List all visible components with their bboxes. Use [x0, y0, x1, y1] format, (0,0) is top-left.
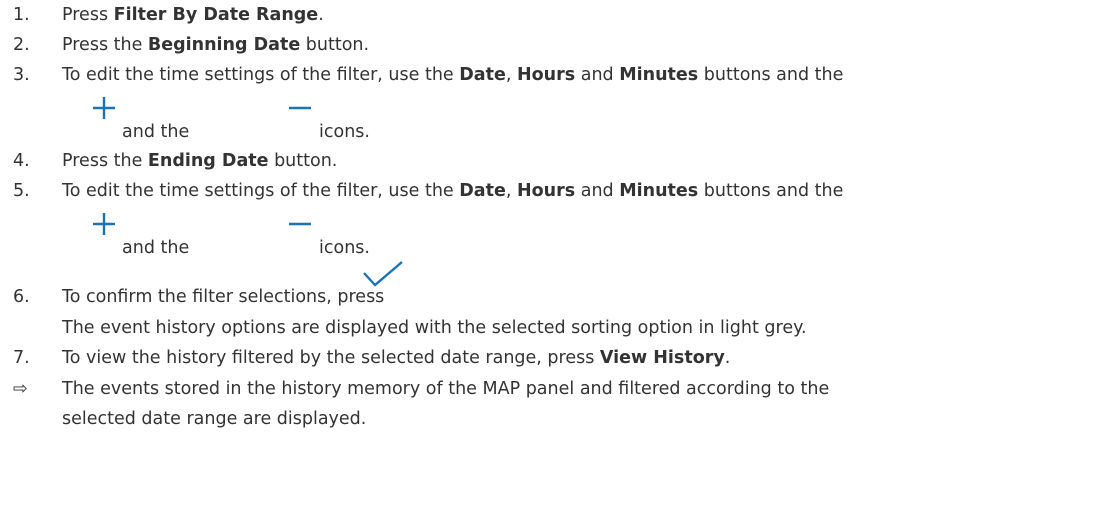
step-text: To confirm the filter selections, press — [62, 287, 385, 307]
hours-label: Hours — [516, 181, 576, 201]
date-label: Date — [459, 65, 506, 85]
minus-icon — [288, 96, 312, 120]
ending-date-label: Ending Date — [147, 151, 269, 171]
icons-text: icons. — [319, 238, 370, 258]
result-text-line1: The events stored in the history memory … — [62, 379, 830, 399]
step-number: 2. — [13, 35, 30, 55]
step-number: 4. — [13, 151, 30, 171]
step-number: 6. — [13, 287, 30, 307]
hours-label: Hours — [516, 65, 576, 85]
result-arrow-icon: ⇨ — [13, 379, 28, 399]
step-number: 5. — [13, 181, 30, 201]
icons-text: icons. — [319, 122, 370, 142]
and-the-text: and the — [122, 122, 190, 142]
step-number: 7. — [13, 348, 30, 368]
and-the-text: and the — [122, 238, 190, 258]
minus-icon — [288, 212, 312, 236]
filter-by-date-range-label: Filter By Date Range — [113, 5, 319, 25]
step-text: To edit the time settings of the filter,… — [62, 181, 844, 201]
step-note-text: The event history options are displayed … — [62, 318, 807, 338]
step-text: Press the Beginning Date button. — [62, 35, 370, 55]
beginning-date-label: Beginning Date — [147, 35, 301, 55]
step-number: 1. — [13, 5, 30, 25]
minutes-label: Minutes — [619, 65, 699, 85]
view-history-label: View History — [599, 348, 725, 368]
step-number: 3. — [13, 65, 30, 85]
plus-icon — [92, 212, 116, 236]
minutes-label: Minutes — [619, 181, 699, 201]
result-text-line2: selected date range are displayed. — [62, 409, 367, 429]
plus-icon — [92, 96, 116, 120]
step-text: Press Filter By Date Range. — [62, 5, 324, 25]
step-text: To edit the time settings of the filter,… — [62, 65, 844, 85]
date-label: Date — [459, 181, 506, 201]
step-text: To view the history filtered by the sele… — [62, 348, 731, 368]
checkmark-icon — [362, 260, 404, 290]
step-text: Press the Ending Date button. — [62, 151, 338, 171]
